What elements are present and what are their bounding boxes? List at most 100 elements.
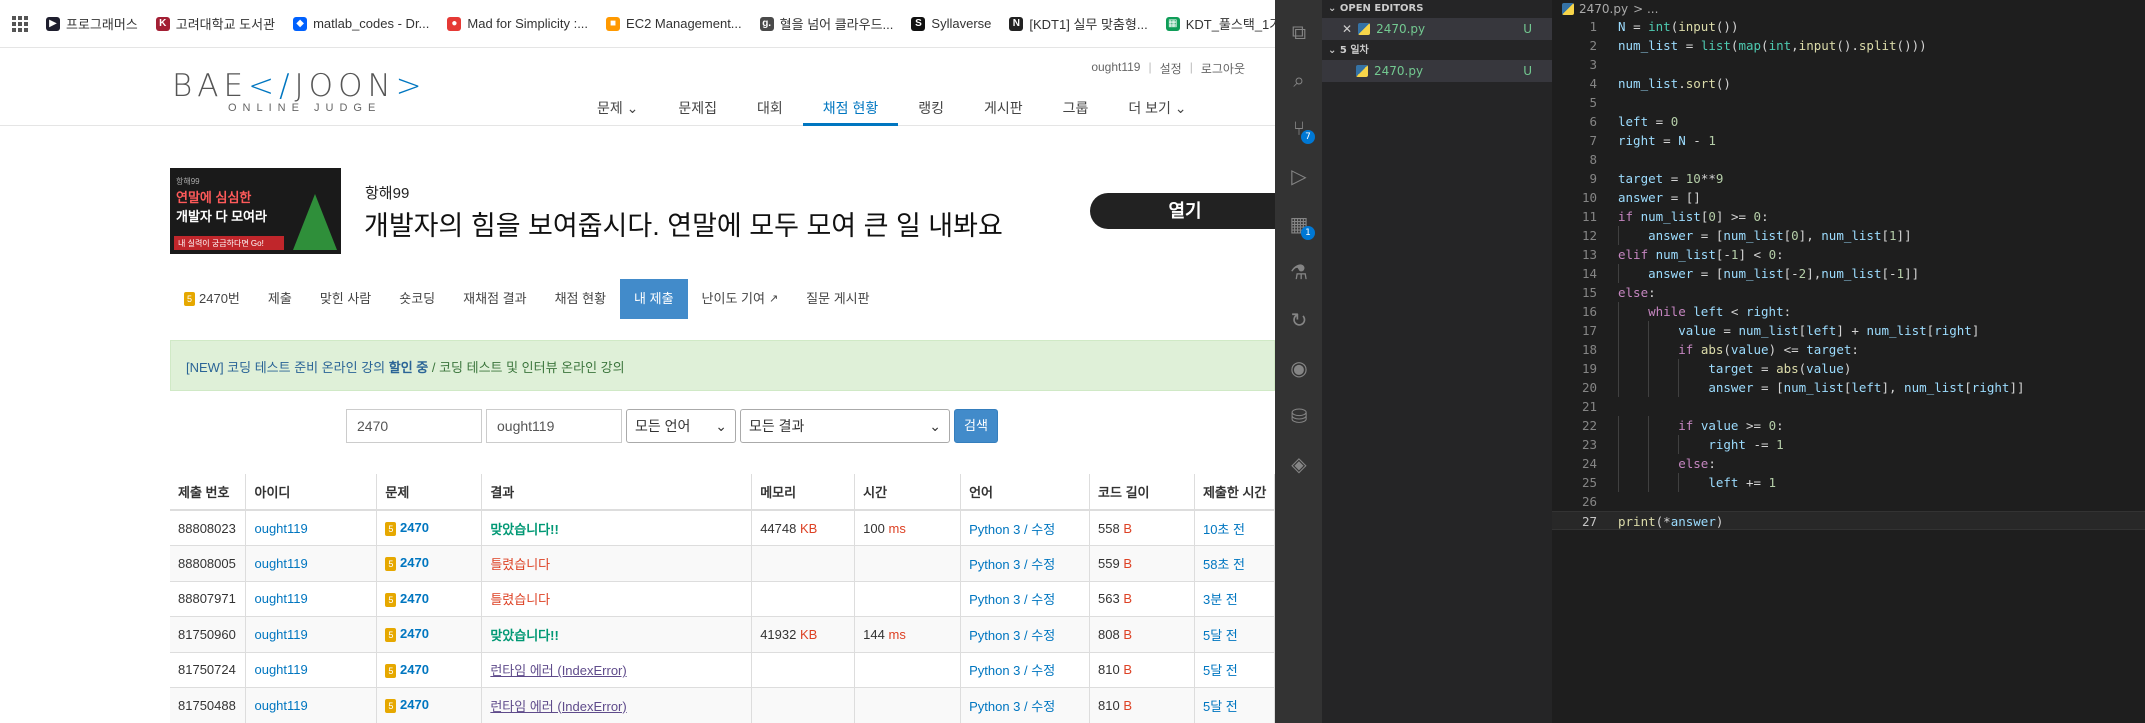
bookmark-item[interactable]: S Syllaverse — [911, 16, 991, 31]
code-line[interactable]: 15 else: — [1552, 283, 2145, 302]
bookmark-item[interactable]: ▶ 프로그래머스 — [46, 14, 138, 33]
folder-header[interactable]: ⌄ 5 일차 — [1322, 42, 1552, 60]
problem-link[interactable]: 2470 — [400, 662, 429, 677]
problem-tab[interactable]: 숏코딩 — [385, 279, 449, 319]
layers-icon[interactable]: ◈ — [1287, 452, 1311, 476]
bookmark-item[interactable]: K 고려대학교 도서관 — [155, 14, 275, 33]
code-line[interactable]: 4 num_list.sort() — [1552, 74, 2145, 93]
ad-open-button[interactable]: 열기 — [1090, 193, 1275, 229]
code-line[interactable]: 7 right = N - 1 — [1552, 131, 2145, 150]
language-link[interactable]: Python 3 / 수정 — [969, 699, 1055, 714]
submitted-time[interactable]: 3분 전 — [1203, 592, 1238, 607]
language-select[interactable]: 모든 언어 ⌄ — [626, 409, 736, 443]
search-icon[interactable]: ⌕ — [1287, 68, 1311, 92]
notice-link[interactable]: [NEW] 코딩 테스트 준비 온라인 강의 할인 중 — [186, 360, 428, 375]
problem-tab[interactable]: 질문 게시판 — [792, 279, 883, 319]
code-line[interactable]: 12 answer = [num_list[0], num_list[1]] — [1552, 226, 2145, 245]
submitted-time[interactable]: 5달 전 — [1203, 663, 1238, 678]
search-button[interactable]: 검색 — [954, 409, 998, 443]
username-link[interactable]: ought119 — [1091, 60, 1140, 77]
problem-link[interactable]: 2470 — [400, 626, 429, 641]
problem-tab[interactable]: 5 2470번 — [170, 279, 254, 319]
code-line[interactable]: 8 — [1552, 150, 2145, 169]
submitted-time[interactable]: 10초 전 — [1203, 522, 1245, 537]
code-line[interactable]: 26 — [1552, 492, 2145, 511]
code-line[interactable]: 1 N = int(input()) — [1552, 17, 2145, 36]
database-icon[interactable]: ⛁ — [1287, 404, 1311, 428]
submitted-time[interactable]: 5달 전 — [1203, 699, 1238, 714]
language-link[interactable]: Python 3 / 수정 — [969, 522, 1055, 537]
nav-item[interactable]: 게시판 — [964, 98, 1043, 126]
user-link[interactable]: ought119 — [254, 521, 307, 536]
code-line[interactable]: 5 — [1552, 93, 2145, 112]
code-line[interactable]: 2 num_list = list(map(int,input().split()… — [1552, 36, 2145, 55]
bookmark-item[interactable]: ■ EC2 Management... — [606, 16, 742, 31]
code-line[interactable]: 27 print(*answer) — [1552, 511, 2145, 530]
problem-link[interactable]: 2470 — [400, 555, 429, 570]
problem-tab[interactable]: 내 제출 — [620, 279, 688, 319]
problem-tab[interactable]: 난이도 기여 ↗ — [688, 279, 793, 319]
close-icon[interactable]: ✕ — [1342, 18, 1352, 40]
code-line[interactable]: 17 value = num_list[left] + num_list[rig… — [1552, 321, 2145, 340]
user-link[interactable]: ought119 — [254, 662, 307, 677]
nav-item[interactable]: 문제 ⌄ — [577, 98, 658, 126]
language-link[interactable]: Python 3 / 수정 — [969, 628, 1055, 643]
code-line[interactable]: 9 target = 10**9 — [1552, 169, 2145, 188]
github-icon[interactable]: ◉ — [1287, 356, 1311, 380]
user-link[interactable]: ought119 — [254, 627, 307, 642]
nav-item[interactable]: 대회 — [737, 98, 803, 126]
ad-title[interactable]: 개발자의 힘을 보여줍시다. 연말에 모두 모여 큰 일 내봐요 — [364, 204, 1003, 243]
result-text[interactable]: 런타임 에러 (IndexError) — [490, 663, 626, 678]
bookmark-item[interactable]: g. 혈을 넘어 클라우드... — [759, 14, 893, 33]
logout-link[interactable]: 로그아웃 — [1201, 60, 1245, 77]
problem-link[interactable]: 2470 — [400, 520, 429, 535]
nav-item[interactable]: 그룹 — [1043, 98, 1109, 126]
problem-link[interactable]: 2470 — [400, 591, 429, 606]
problem-tab[interactable]: 재채점 결과 — [449, 279, 540, 319]
apps-grid-icon[interactable] — [12, 15, 28, 32]
user-link[interactable]: ought119 — [254, 698, 307, 713]
code-line[interactable]: 14 answer = [num_list[-2],num_list[-1]] — [1552, 264, 2145, 283]
code-line[interactable]: 6 left = 0 — [1552, 112, 2145, 131]
code-line[interactable]: 11 if num_list[0] >= 0: — [1552, 207, 2145, 226]
open-editors-header[interactable]: ⌄ OPEN EDITORS — [1322, 0, 1552, 18]
bookmark-item[interactable]: ● Mad for Simplicity :... — [447, 16, 588, 31]
nav-item[interactable]: 문제집 — [658, 98, 737, 126]
folder-file-item[interactable]: 2470.py U — [1322, 60, 1552, 82]
ad-image[interactable]: 항해99 연말에 심심한 개발자 다 모여라 내 실력이 궁금하다면 Go! — [170, 168, 341, 254]
problem-link[interactable]: 2470 — [400, 697, 429, 712]
user-id-input[interactable]: ought119 — [486, 409, 622, 443]
submitted-time[interactable]: 58초 전 — [1203, 557, 1245, 572]
language-link[interactable]: Python 3 / 수정 — [969, 557, 1055, 572]
settings-link[interactable]: 설정 — [1160, 60, 1182, 77]
run-debug-icon[interactable]: ▷ — [1287, 164, 1311, 188]
site-logo[interactable]: BAE</JOON> ONLINE JUDGE — [172, 68, 427, 114]
code-lines[interactable]: 1 N = int(input()) 2 num_list = list(map(in… — [1552, 17, 2145, 530]
user-link[interactable]: ought119 — [254, 556, 307, 571]
bookmark-item[interactable]: ◆ matlab_codes - Dr... — [293, 16, 429, 31]
submitted-time[interactable]: 5달 전 — [1203, 628, 1238, 643]
code-line[interactable]: 16 while left < right: — [1552, 302, 2145, 321]
result-text[interactable]: 런타임 에러 (IndexError) — [490, 699, 626, 714]
result-select[interactable]: 모든 결과 ⌄ — [740, 409, 950, 443]
source-control-icon[interactable]: ⑂ 7 — [1287, 116, 1315, 144]
live-share-icon[interactable]: ↻ — [1287, 308, 1311, 332]
code-line[interactable]: 24 else: — [1552, 454, 2145, 473]
problem-tab[interactable]: 채점 현황 — [541, 279, 620, 319]
problem-id-input[interactable]: 2470 — [346, 409, 482, 443]
code-line[interactable]: 10 answer = [] — [1552, 188, 2145, 207]
code-line[interactable]: 23 right -= 1 — [1552, 435, 2145, 454]
code-line[interactable]: 21 — [1552, 397, 2145, 416]
problem-tab[interactable]: 제출 — [254, 279, 306, 319]
open-editor-item[interactable]: ✕ 2470.py U — [1322, 18, 1552, 40]
testing-icon[interactable]: ⚗ — [1287, 260, 1311, 284]
code-line[interactable]: 18 if abs(value) <= target: — [1552, 340, 2145, 359]
extensions-icon[interactable]: ▦ 1 — [1287, 212, 1315, 240]
code-line[interactable]: 20 answer = [num_list[left], num_list[ri… — [1552, 378, 2145, 397]
files-icon[interactable]: ⧉ — [1287, 20, 1311, 44]
bookmark-item[interactable]: N [KDT1] 실무 맞춤형... — [1009, 14, 1148, 33]
language-link[interactable]: Python 3 / 수정 — [969, 592, 1055, 607]
user-link[interactable]: ought119 — [254, 591, 307, 606]
nav-item[interactable]: 채점 현황 — [802, 98, 899, 126]
problem-tab[interactable]: 맞힌 사람 — [306, 279, 385, 319]
